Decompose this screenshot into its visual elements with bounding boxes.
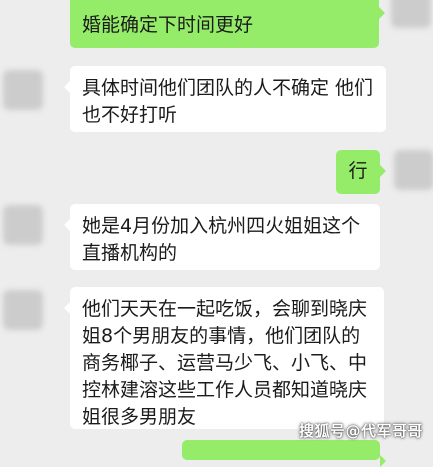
watermark-text: 搜狐号@代军哥哥 xyxy=(298,422,423,440)
message-text: 行 xyxy=(348,160,368,182)
message-bubble-incoming[interactable]: 她是4月份加入杭州四火姐姐这个直播机构的 xyxy=(64,204,380,270)
message-text: 婚能确定下时间更好 xyxy=(82,14,254,36)
message-bubble-incoming[interactable]: 他们天天在一起吃饭，会聊到晓庆姐8个男朋友的事情，他们团队的商务椰子、运营马少飞… xyxy=(64,287,384,429)
message-text: 他们天天在一起吃饭，会聊到晓庆姐8个男朋友的事情，他们团队的商务椰子、运营马少飞… xyxy=(82,298,368,428)
message-text: 具体时间他们团队的人不确定 他们也不好打听 xyxy=(82,77,374,126)
contact-avatar[interactable] xyxy=(3,205,43,245)
message-bubble-outgoing[interactable]: 婚能确定下时间更好 xyxy=(70,0,385,48)
my-avatar[interactable] xyxy=(391,0,431,28)
contact-avatar[interactable] xyxy=(3,290,43,330)
message-text: 她是4月份加入杭州四火姐姐这个直播机构的 xyxy=(82,215,361,264)
message-bubble-outgoing[interactable]: 行 xyxy=(336,150,386,194)
message-bubble-incoming[interactable]: 具体时间他们团队的人不确定 他们也不好打听 xyxy=(64,66,386,132)
contact-avatar[interactable] xyxy=(3,70,43,110)
my-avatar[interactable] xyxy=(394,150,433,190)
message-bubble-outgoing[interactable] xyxy=(182,440,386,467)
